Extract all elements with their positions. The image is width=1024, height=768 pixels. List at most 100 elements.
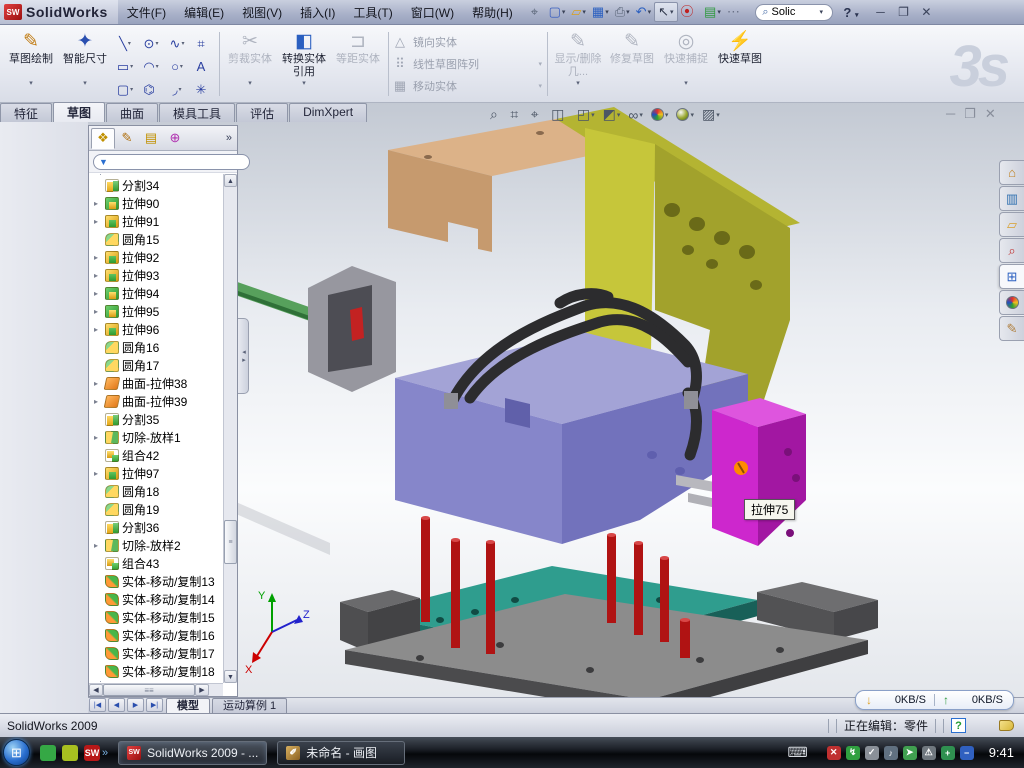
quick-snaps-button[interactable]: ◎ 快速捕捉 ▾ <box>659 28 713 100</box>
tree-item[interactable]: ▸ 圆角16 <box>92 338 223 356</box>
rebuild-traffic-light-icon[interactable]: ⦿ ▾ <box>678 2 702 22</box>
volume-tray-icon[interactable]: ♪ <box>884 746 898 760</box>
sync-tray-icon[interactable]: ➤ <box>903 746 917 760</box>
convert-entities-button[interactable]: ◧ 转换实体引用 ▾ <box>277 28 331 100</box>
point-tool[interactable]: ✳ ▾ <box>190 78 216 101</box>
text-tool[interactable]: A ▾ <box>190 55 216 78</box>
menu-item[interactable]: 窗口(W) <box>402 1 463 24</box>
tab-mold-tools[interactable]: 模具工具 <box>159 103 235 122</box>
open-file-icon[interactable]: ▱ ▾ <box>568 2 589 22</box>
expand-arrow-icon[interactable]: ▸ <box>94 253 102 262</box>
expand-arrow-icon[interactable]: ▸ <box>94 469 102 478</box>
expand-arrow-icon[interactable]: ▸ <box>94 397 102 406</box>
doc-minimize-button[interactable]: ─ <box>946 106 955 122</box>
tree-item[interactable]: ▸ 圆角19 <box>92 500 223 518</box>
restore-button[interactable]: ❐ <box>895 5 911 19</box>
mirror-entities-item[interactable]: △ 镜向实体 ▾ <box>392 32 544 52</box>
doc-restore-button[interactable]: ❐ <box>964 106 976 122</box>
display-style-icon[interactable]: ◩ ▾ <box>599 105 625 124</box>
expand-arrow-icon[interactable]: ▸ <box>94 541 102 550</box>
quick-tips-icon[interactable]: ? <box>951 718 966 733</box>
scroll-thumb[interactable]: ≡ <box>224 520 237 564</box>
move-entities-item[interactable]: ▦ 移动实体 ▾ <box>392 76 544 96</box>
tree-item[interactable]: ▸ 曲面-拉伸38 <box>92 374 223 392</box>
expand-arrow-icon[interactable]: ▸ <box>94 433 102 442</box>
featuremanager-tab[interactable]: ❖ <box>91 128 115 149</box>
tree-item[interactable]: ▸ 组合42 <box>92 446 223 464</box>
zoom-fit-icon[interactable]: ⌕ ▾ <box>486 105 506 124</box>
tree-item[interactable]: ▸ 分割36 <box>92 518 223 536</box>
scroll-right-button[interactable]: ▶ <box>195 684 209 696</box>
spline-tool[interactable]: ∿ ▾ <box>164 32 190 55</box>
search-box[interactable]: ⌕ ▾ <box>755 4 833 21</box>
antivirus-tray-icon[interactable]: ✕ <box>827 746 841 760</box>
trim-entities-button[interactable]: ✂ 剪裁实体 ▾ <box>223 28 277 100</box>
menu-item[interactable]: 视图(V) <box>233 1 291 24</box>
tag-icon[interactable] <box>999 720 1014 731</box>
motion-study-tab[interactable]: 运动算例 1 <box>212 698 287 713</box>
pin-icon[interactable]: ⌖ ▾ <box>528 2 546 22</box>
scroll-down-button[interactable]: ▼ <box>224 670 237 683</box>
search-input[interactable] <box>772 6 820 18</box>
tree-horizontal-scrollbar[interactable]: ◀ ≡≡ ▶ <box>89 683 223 696</box>
scroll-up-button[interactable]: ▲ <box>224 174 237 187</box>
nav-last-button[interactable]: ▶| <box>146 698 163 712</box>
hide-show-items-icon[interactable]: ∞ ▾ <box>624 105 647 124</box>
offset-entities-button[interactable]: ⊐ 等距实体 ▾ <box>331 28 385 100</box>
taskbar-paint-button[interactable]: ✐ 未命名 - 画图 <box>277 741 405 765</box>
hscroll-thumb[interactable]: ≡≡ <box>103 684 195 696</box>
section-view-icon[interactable]: ◫ ▾ <box>547 105 573 124</box>
messenger-quicklaunch-icon[interactable] <box>40 745 56 761</box>
expand-arrow-icon[interactable]: ▸ <box>94 307 102 316</box>
menu-item[interactable]: 文件(F) <box>118 1 175 24</box>
scroll-left-button[interactable]: ◀ <box>89 684 103 696</box>
arc-tool[interactable]: ◠ ▾ <box>138 55 164 78</box>
select-region-tool[interactable]: ⌗ ▾ <box>190 32 216 55</box>
security-center-tray-icon[interactable]: − <box>960 746 974 760</box>
sketch-button[interactable]: ✎ 草图绘制 ▾ <box>4 28 58 100</box>
expand-arrow-icon[interactable]: ▸ <box>94 199 102 208</box>
configurationmanager-tab[interactable]: ▤ <box>139 128 163 149</box>
linear-sketch-pattern-item[interactable]: ⠿ 线性草图阵列 ▾ <box>392 54 544 74</box>
appearances-tab[interactable] <box>999 290 1024 315</box>
propertymanager-tab[interactable]: ✎ <box>115 128 139 149</box>
print-icon[interactable]: ⎙ ▾ <box>612 2 633 22</box>
menu-item[interactable]: 编辑(E) <box>175 1 233 24</box>
tree-item[interactable]: ▸ 组合43 <box>92 554 223 572</box>
dimxpertmanager-tab[interactable]: ⊕ <box>163 128 187 149</box>
undo-icon[interactable]: ↶ ▾ <box>633 2 654 22</box>
taskbar-solidworks-button[interactable]: SW SolidWorks 2009 - ... <box>118 741 267 765</box>
close-button[interactable]: ✕ <box>918 5 934 19</box>
panel-splitter-handle[interactable]: ◂▸ <box>238 318 249 394</box>
previous-view-icon[interactable]: ⌖ ▾ <box>527 105 547 124</box>
tree-item[interactable]: ▸ 实体-移动/复制15 <box>92 608 223 626</box>
camera-view-icon[interactable]: ▨ ▾ <box>698 105 724 124</box>
menu-item[interactable]: 插入(I) <box>291 1 344 24</box>
solidworks-resources-tab[interactable]: ⌂ <box>999 160 1024 185</box>
tree-item[interactable]: ▸ 分割35 <box>92 410 223 428</box>
tree-filter-box[interactable]: ▼ <box>93 154 250 170</box>
help-button[interactable]: ? ▾ <box>839 5 862 20</box>
tree-item[interactable]: ▸ 圆角15 <box>92 230 223 248</box>
expand-arrow-icon[interactable]: ▸ <box>94 271 102 280</box>
nav-first-button[interactable]: |◀ <box>89 698 106 712</box>
menu-item[interactable]: 工具(T) <box>344 1 401 24</box>
nav-prev-button[interactable]: ◀ <box>108 698 125 712</box>
panel-expand-chevron[interactable]: » <box>226 132 232 144</box>
circle-tool[interactable]: ⊙ ▾ <box>138 32 164 55</box>
tree-filter-input[interactable] <box>112 156 244 167</box>
model-tab[interactable]: 模型 <box>166 698 210 713</box>
ellipse-tool[interactable]: ○ ▾ <box>164 55 190 78</box>
tree-item[interactable]: ▸ 切除-放样1 <box>92 428 223 446</box>
tree-item[interactable]: ▸ 分割34 <box>92 176 223 194</box>
expand-arrow-icon[interactable]: ▸ <box>94 289 102 298</box>
tree-item[interactable]: ▸ 拉伸94 <box>92 284 223 302</box>
tab-evaluate[interactable]: 评估 <box>236 103 288 122</box>
tree-item[interactable]: ▸ 曲面-拉伸39 <box>92 392 223 410</box>
tree-item[interactable]: ▸ 拉伸95 <box>92 302 223 320</box>
custom-properties-tab[interactable]: ✎ <box>999 316 1024 341</box>
slot-tool[interactable]: ▢ ▾ <box>112 78 138 101</box>
polygon-tool[interactable]: ⌬ ▾ <box>138 78 164 101</box>
search-tab[interactable]: ⌕ <box>999 238 1024 263</box>
security-plus-tray-icon[interactable]: + <box>941 746 955 760</box>
